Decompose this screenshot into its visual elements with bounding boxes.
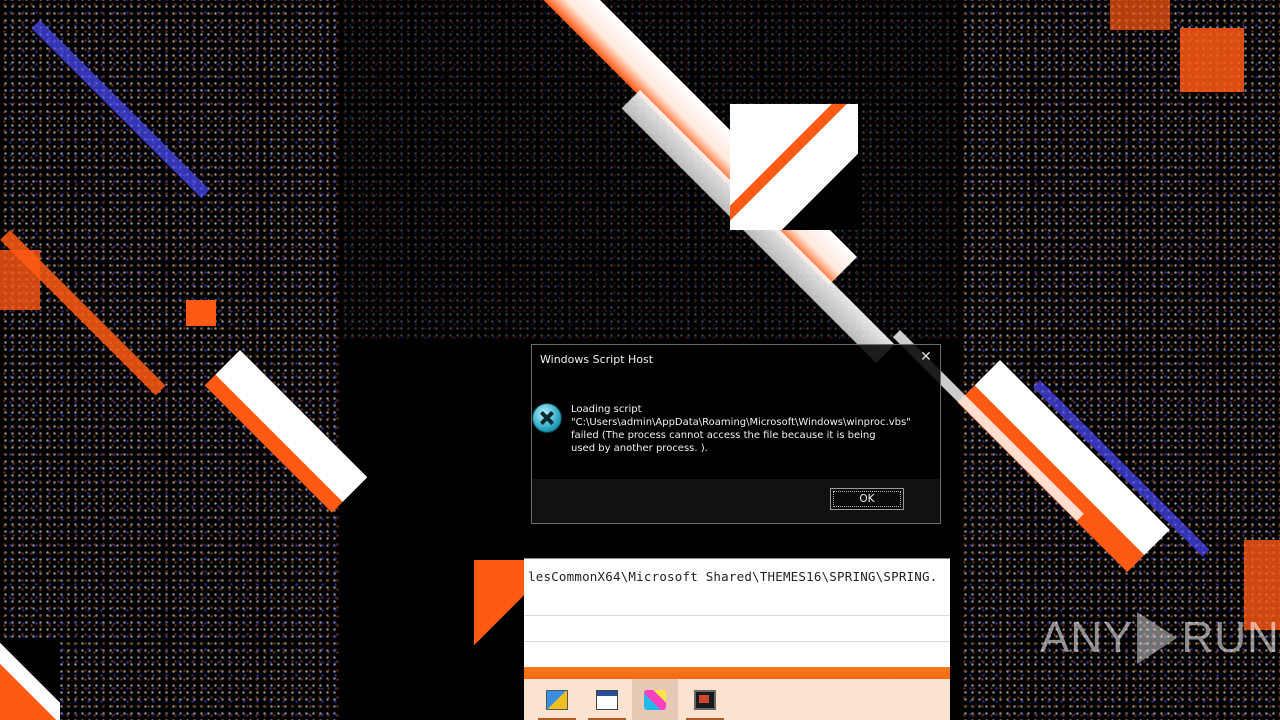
dialog-titlebar[interactable]: Windows Script Host ✕ (532, 345, 940, 373)
dialog-title: Windows Script Host (540, 353, 654, 366)
desktop: lesCommonX64\Microsoft Shared\THEMES16\S… (0, 0, 1280, 720)
console-divider (524, 615, 950, 616)
anyrun-watermark: ANY RUN (1040, 612, 1280, 664)
taskbar-item-media[interactable] (682, 679, 728, 720)
console-window: lesCommonX64\Microsoft Shared\THEMES16\S… (524, 558, 950, 720)
console-icon (596, 690, 618, 710)
error-dialog: Windows Script Host ✕ Loading script "C:… (531, 344, 941, 524)
paint-icon (644, 690, 666, 710)
dialog-message: Loading script "C:\Users\admin\AppData\R… (571, 404, 911, 454)
play-icon (1137, 612, 1178, 664)
dialog-button-bar: OK (532, 479, 940, 523)
watermark-text-left: ANY (1040, 613, 1134, 662)
taskbar-item-explorer[interactable] (534, 679, 580, 720)
taskbar-item-console[interactable] (584, 679, 630, 720)
explorer-icon (546, 690, 568, 710)
media-icon (694, 690, 716, 710)
error-icon (532, 403, 562, 433)
ok-button[interactable]: OK (830, 488, 904, 510)
watermark-text-right: RUN (1181, 613, 1280, 662)
close-icon[interactable]: ✕ (918, 349, 934, 365)
console-output-line: lesCommonX64\Microsoft Shared\THEMES16\S… (528, 569, 938, 584)
taskbar (524, 679, 950, 720)
taskbar-item-paint[interactable] (632, 679, 678, 720)
console-divider (524, 641, 950, 642)
accent-bar (524, 667, 950, 679)
